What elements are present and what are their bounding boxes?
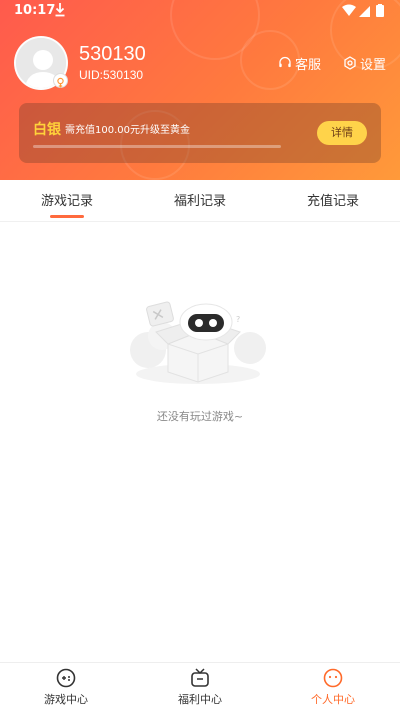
gender-icon <box>57 77 64 88</box>
status-time: 10:17 <box>14 3 56 18</box>
download-icon <box>55 3 65 17</box>
nav-game-center[interactable]: 游戏中心 <box>16 667 116 711</box>
headset-icon <box>279 56 291 68</box>
tab-recharge-records[interactable]: 充值记录 <box>293 190 373 209</box>
nav-personal-center[interactable]: 个人中心 <box>283 667 383 711</box>
vip-detail-button[interactable]: 详情 <box>317 121 367 145</box>
gamepad-icon <box>56 668 76 688</box>
wifi-icon <box>342 4 356 16</box>
vip-progress-bar <box>33 145 281 148</box>
vip-upgrade-hint: 需充值100.00元升级至黄金 <box>65 125 190 136</box>
active-tab-indicator <box>50 215 84 218</box>
username: 530130 <box>79 43 146 65</box>
customer-service-button[interactable]: 客服 <box>278 55 322 73</box>
empty-box-illustration: ? <box>130 301 266 384</box>
settings-label: 设置 <box>360 57 387 73</box>
tab-welfare-records[interactable]: 福利记录 <box>160 190 240 209</box>
tv-gift-icon <box>191 668 209 687</box>
customer-service-label: 客服 <box>295 57 322 73</box>
nav-label: 游戏中心 <box>44 693 88 706</box>
status-bar: 10:17 <box>0 0 400 24</box>
tab-game-records[interactable]: 游戏记录 <box>27 190 107 209</box>
gender-badge <box>53 73 68 88</box>
user-id: UID:530130 <box>79 68 144 82</box>
vip-level-card: 白银 需充值100.00元升级至黄金 详情 <box>19 103 381 163</box>
record-tabs: 游戏记录 福利记录 充值记录 <box>0 180 400 222</box>
bottom-navigation: 游戏中心 福利中心 个人中心 <box>0 662 400 711</box>
vip-level-name: 白银 <box>33 122 61 138</box>
svg-text:?: ? <box>236 315 240 324</box>
nav-label: 个人中心 <box>311 693 355 706</box>
gear-icon <box>344 56 356 70</box>
face-icon <box>323 668 343 688</box>
signal-icon <box>359 6 370 17</box>
nav-label: 福利中心 <box>178 693 222 706</box>
battery-icon <box>376 5 384 17</box>
nav-welfare-center[interactable]: 福利中心 <box>150 667 250 711</box>
settings-button[interactable]: 设置 <box>343 55 387 73</box>
empty-state-message: 还没有玩过游戏~ <box>156 410 244 423</box>
system-icons <box>342 4 384 17</box>
